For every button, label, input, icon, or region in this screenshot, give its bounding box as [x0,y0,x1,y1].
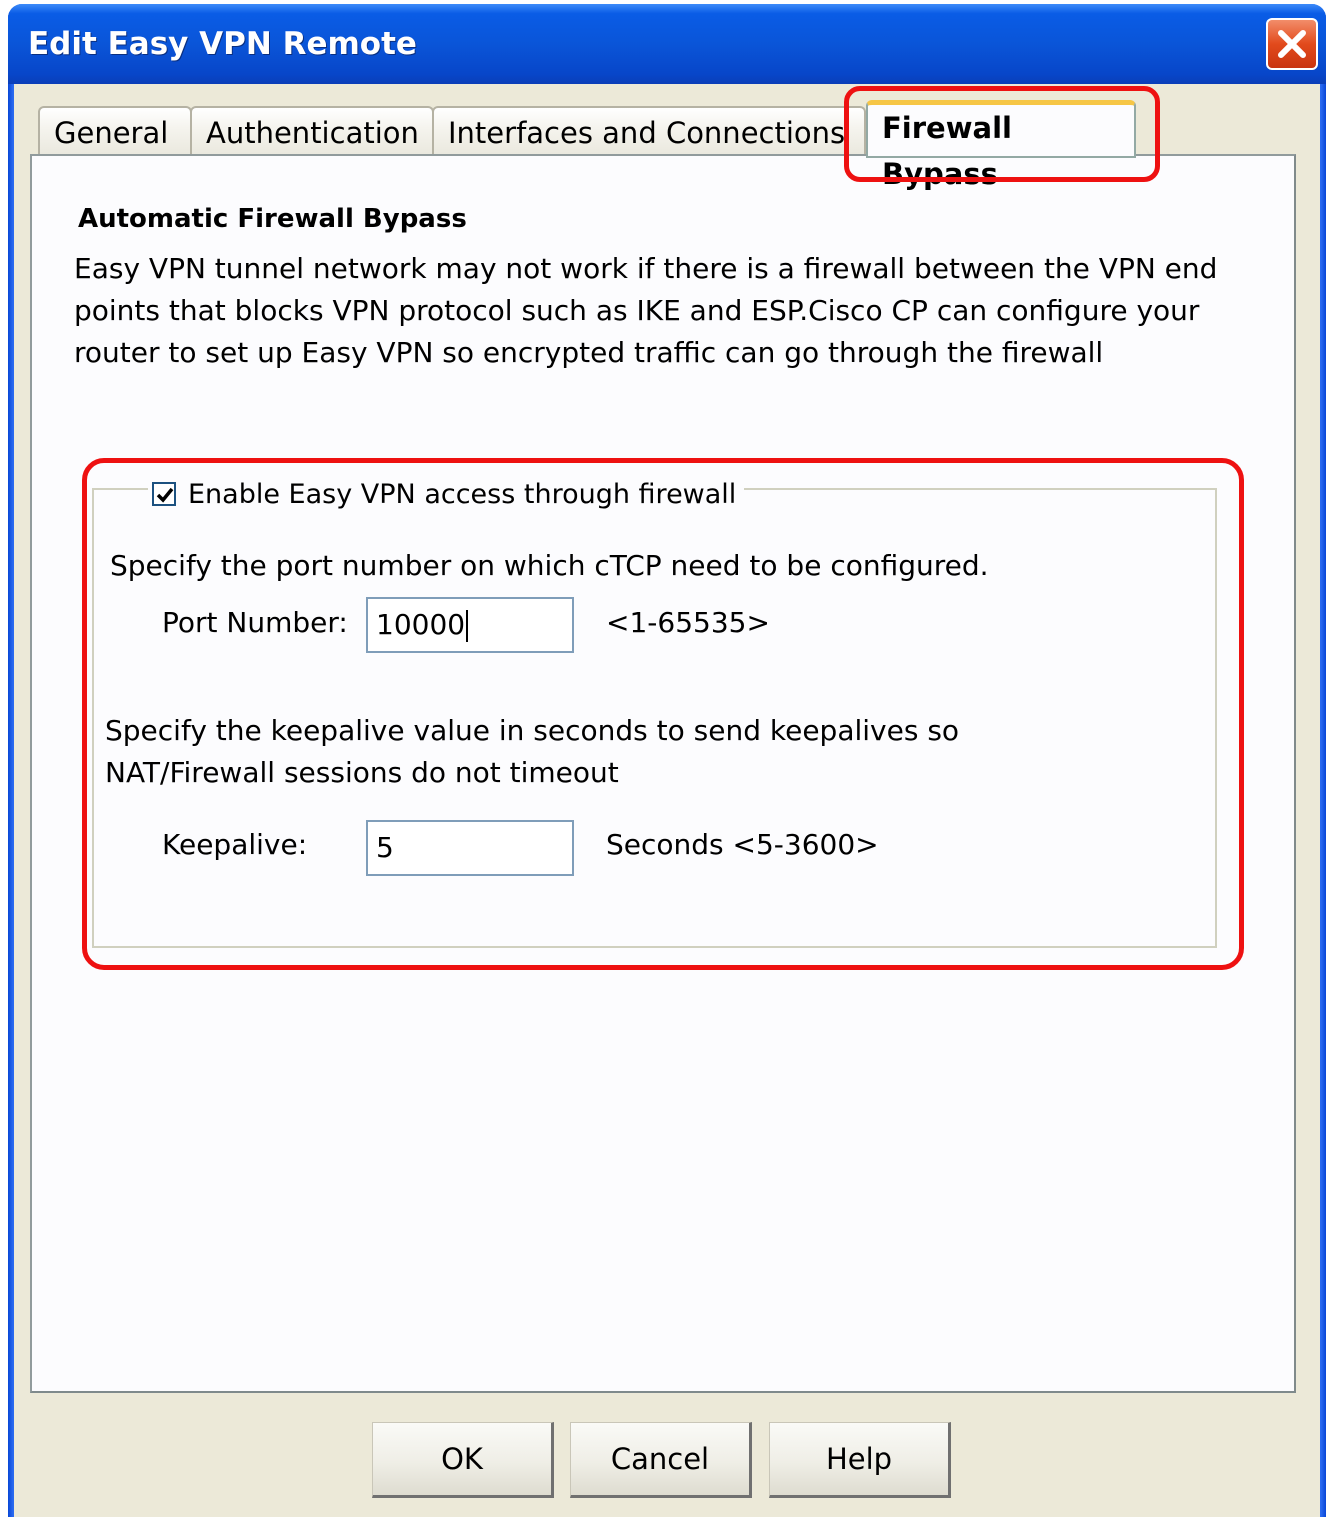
tab-interfaces-label: Interfaces and Connections [448,116,846,150]
groupbox-highlight-annotation [82,458,1244,970]
section-description: Easy VPN tunnel network may not work if … [74,252,1218,369]
ok-button[interactable]: OK [372,1422,554,1498]
close-button[interactable] [1266,18,1318,70]
close-icon [1278,30,1306,58]
tab-general[interactable]: General [38,106,192,158]
cancel-button[interactable]: Cancel [570,1422,752,1498]
help-button[interactable]: Help [769,1422,951,1498]
section-title: Automatic Firewall Bypass [78,204,467,234]
tab-highlight-annotation [844,86,1160,182]
tab-authentication-label: Authentication [206,116,419,150]
window-title: Edit Easy VPN Remote [28,26,417,62]
tab-general-label: General [54,116,169,150]
tab-authentication[interactable]: Authentication [190,106,434,158]
title-bar[interactable]: Edit Easy VPN Remote [8,4,1326,84]
tab-interfaces-and-connections[interactable]: Interfaces and Connections [432,106,866,158]
